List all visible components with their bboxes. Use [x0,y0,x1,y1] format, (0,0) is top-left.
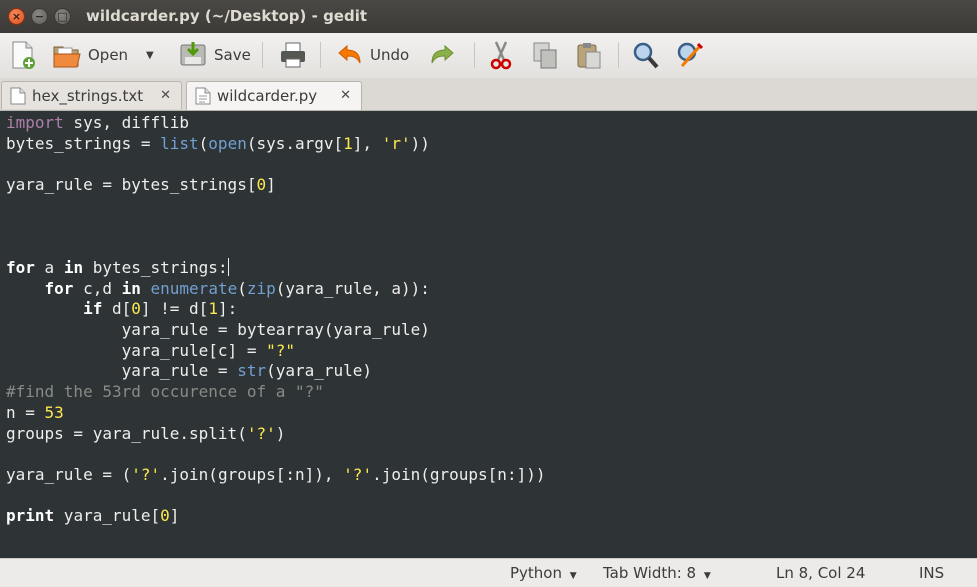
chevron-down-icon: ▼ [569,571,577,581]
status-bar: Python ▼ Tab Width: 8 ▼ Ln 8, Col 24 INS [0,558,977,587]
toolbar-separator [320,42,321,68]
language-label: Python [510,564,562,582]
search-icon [633,42,659,69]
window-title: wildcarder.py (~/Desktop) - gedit [86,7,368,25]
maximize-window-button[interactable]: □ [54,8,71,25]
code-line: n = 53 [6,402,64,422]
paste-button[interactable] [575,38,603,72]
code-line: bytes_strings = list(open(sys.argv[1], '… [6,133,430,153]
cut-button[interactable] [488,38,514,72]
tab-width-selector[interactable]: Tab Width: 8 ▼ [603,564,711,582]
text-file-icon [10,87,26,104]
code-line: groups = yara_rule.split('?') [6,423,286,443]
code-text[interactable]: import sys, difflib bytes_strings = list… [3,111,975,527]
maximize-icon: □ [57,10,68,23]
scissors-icon [490,41,512,70]
toolbar-separator [474,42,475,68]
close-icon[interactable]: ✕ [340,88,351,103]
code-line: if d[0] != d[1]: [83,299,238,319]
find-replace-icon [677,42,704,68]
cursor-position: Ln 8, Col 24 [776,564,866,582]
code-line: yara_rule = bytearray(yara_rule) [6,320,430,340]
document-tabs: hex_strings.txt ✕ wildcarder.py ✕ [0,78,977,111]
tab-label: hex_strings.txt [32,86,144,105]
code-line: for a in bytes_strings: [6,257,229,277]
find-button[interactable] [632,38,660,72]
new-document-icon [12,41,35,69]
insert-mode-indicator: INS [919,564,945,582]
print-button[interactable] [278,38,308,72]
open-folder-icon [53,46,81,68]
minimize-icon: − [34,10,45,23]
open-label: Open [88,46,129,64]
code-line: import sys, difflib [6,113,190,132]
tab-hex-strings[interactable]: hex_strings.txt ✕ [1,81,182,109]
chevron-down-icon: ▼ [146,49,154,61]
paste-icon [577,43,601,69]
toolbar-separator [262,42,263,68]
save-icon [180,42,206,66]
save-label: Save [214,46,251,64]
code-line: #find the 53rd occurence of a "?" [6,382,324,402]
undo-label: Undo [370,46,410,64]
code-line: yara_rule = str(yara_rule) [6,361,373,381]
python-file-icon [195,87,211,105]
minimize-window-button[interactable]: − [31,8,48,25]
copy-icon [533,42,557,69]
save-button[interactable]: Save [178,38,251,72]
undo-icon [338,44,361,64]
undo-button[interactable]: Undo [336,38,409,72]
tab-wildcarder[interactable]: wildcarder.py ✕ [186,81,362,110]
recent-files-dropdown[interactable]: ▼ [146,38,154,72]
close-icon: × [11,10,22,23]
code-line: yara_rule = ('?'.join(groups[:n]), '?'.j… [6,464,546,484]
redo-icon [431,44,454,64]
code-editor[interactable]: import sys, difflib bytes_strings = list… [3,111,975,558]
open-button[interactable]: Open [52,38,128,72]
new-document-button[interactable] [10,38,36,72]
tab-label: wildcarder.py [217,87,318,105]
code-line: yara_rule[c] = "?" [6,340,295,360]
copy-button[interactable] [531,38,559,72]
language-selector[interactable]: Python ▼ [510,564,577,582]
tab-width-label: Tab Width: 8 [603,564,697,582]
code-line: print yara_rule[0] [6,506,180,526]
text-cursor [227,257,229,276]
find-replace-button[interactable] [676,38,704,72]
redo-button[interactable] [428,38,456,72]
toolbar-separator [618,42,619,68]
close-window-button[interactable]: × [8,8,25,25]
close-icon[interactable]: ✕ [160,88,171,103]
printer-icon [281,42,305,68]
toolbar: Open ▼ Save Undo [0,33,977,79]
title-bar: × − □ wildcarder.py (~/Desktop) - gedit [0,0,977,33]
code-line: for c,d in enumerate(zip(yara_rule, a)): [44,278,430,298]
chevron-down-icon: ▼ [703,571,711,581]
code-line: yara_rule = bytes_strings[0] [6,175,276,195]
